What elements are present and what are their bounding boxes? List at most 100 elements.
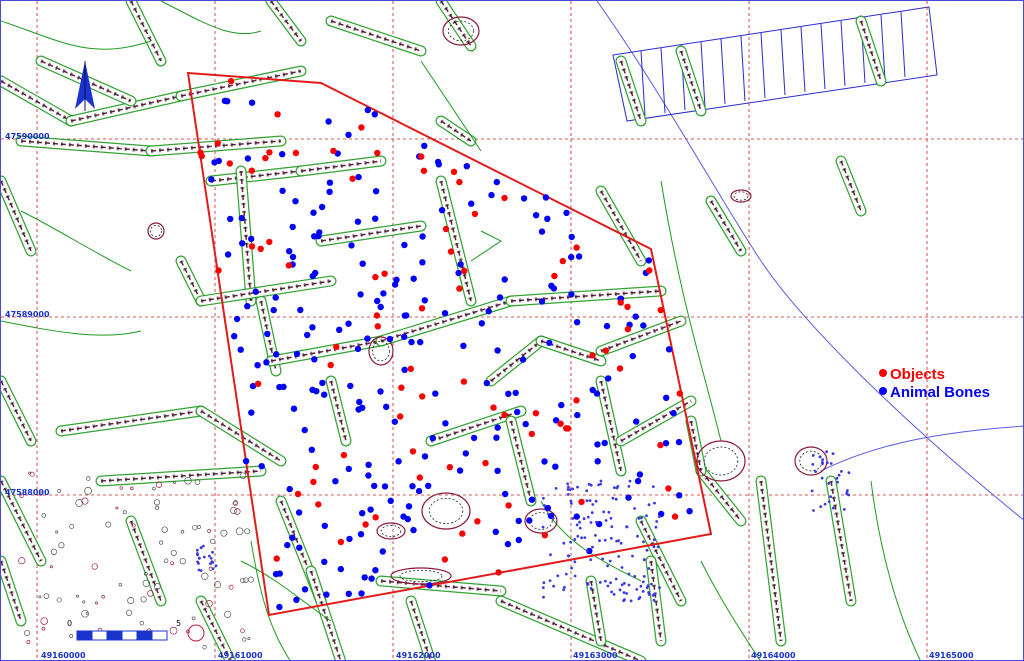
pit-ring [428, 497, 464, 524]
pit-ring [703, 446, 739, 476]
bone-fragment [198, 556, 201, 560]
object-point [602, 347, 609, 354]
trench-line [760, 32, 766, 99]
animal-bone-point [552, 463, 559, 470]
animal-bone-point [462, 450, 469, 457]
object-point [557, 420, 564, 427]
bone-fragment [207, 554, 211, 558]
bone-fragment [566, 482, 569, 486]
bone-fragment [847, 471, 851, 475]
bone-fragment [608, 559, 612, 563]
animal-bone-point [435, 161, 442, 168]
animal-bone-point [514, 408, 521, 416]
animal-bone-point [575, 253, 583, 260]
object-point [657, 306, 664, 314]
animal-bone-point [355, 173, 362, 181]
animal-bone-point [625, 494, 632, 501]
x-coord-label-6: 49165000 [929, 651, 974, 660]
animal-bone-point [410, 526, 417, 534]
scale-label-start: 0 [67, 619, 73, 628]
bone-fragment [578, 526, 582, 530]
animal-bone-point [403, 312, 410, 319]
animal-bone-point [391, 418, 398, 425]
post-hole [201, 572, 209, 580]
bone-fragment [825, 450, 828, 454]
animal-bone-point [383, 403, 390, 410]
scale-segment [121, 630, 138, 641]
post-hole [49, 565, 53, 569]
bone-fragment [570, 566, 573, 570]
bone-fragment [836, 480, 839, 484]
bone-fragment [196, 560, 200, 564]
post-hole [152, 486, 156, 491]
object-point [461, 267, 468, 275]
animal-bone-point [401, 241, 408, 249]
x-coord-label-4: 49163000 [573, 651, 618, 660]
animal-bone-point [574, 411, 581, 419]
post-hole [180, 530, 185, 534]
object-point [397, 413, 404, 420]
post-hole [140, 596, 147, 603]
object-point [274, 111, 281, 118]
post-hole [125, 609, 133, 616]
object-point [456, 285, 463, 292]
animal-bone-point [345, 320, 352, 327]
legend-animal-bones: Animal Bones [879, 384, 990, 401]
animal-bone-point [361, 574, 368, 581]
bone-fragment [635, 588, 639, 591]
animal-bone-point [526, 517, 533, 524]
object-point [197, 149, 204, 156]
post-hole [234, 508, 241, 515]
post-hole [173, 481, 176, 484]
bone-fragment [814, 470, 817, 473]
post-hole [170, 561, 174, 566]
survey-trace [160, 1, 262, 35]
animal-bone-point [364, 106, 371, 114]
post-hole [85, 611, 89, 615]
bone-fragment [567, 485, 570, 489]
animal-bone-point [372, 188, 380, 195]
bone-fragment [591, 545, 594, 549]
animal-bone-point [321, 391, 328, 398]
river-branch [820, 425, 1023, 472]
object-point [528, 430, 535, 438]
animal-bone-point [323, 591, 330, 598]
animal-bone-point [425, 482, 432, 489]
bone-fragment [617, 539, 620, 543]
survey-trace [1, 20, 152, 50]
bone-fragment [821, 458, 824, 462]
scale-segment [136, 630, 153, 641]
bone-fragment [655, 520, 659, 523]
object-point [442, 225, 450, 233]
animal-bone-point [377, 388, 384, 395]
excavation-map[interactable]: 49160000 49161000 49162000 49163000 4916… [0, 0, 1024, 661]
post-hole [169, 626, 178, 635]
post-hole [57, 488, 62, 493]
bone-fragment [594, 534, 597, 537]
animal-bone-point [395, 458, 402, 465]
animal-bone-point [356, 398, 363, 406]
bone-fragment [582, 517, 586, 521]
object-point [227, 77, 235, 85]
object-point [482, 459, 489, 467]
object-point [285, 262, 292, 269]
bone-fragment [637, 516, 641, 520]
bone-fragment [573, 538, 577, 541]
animal-bone-point [421, 297, 428, 304]
bone-fragment [606, 564, 609, 568]
scale-label-end: 5 [176, 619, 182, 628]
object-point [532, 410, 540, 417]
animal-bone-point [573, 513, 580, 520]
object-point [409, 448, 417, 455]
animal-bone-point [290, 405, 298, 412]
bone-fragment [573, 560, 577, 564]
survey-trace [700, 560, 761, 660]
bone-fragment [823, 502, 827, 506]
post-hole [55, 530, 59, 534]
animal-bone-point [367, 506, 374, 513]
animal-bone-point [542, 194, 550, 201]
bone-fragment [590, 511, 594, 514]
bone-fragment [589, 558, 593, 562]
object-point [616, 365, 624, 372]
object-point [362, 521, 369, 528]
